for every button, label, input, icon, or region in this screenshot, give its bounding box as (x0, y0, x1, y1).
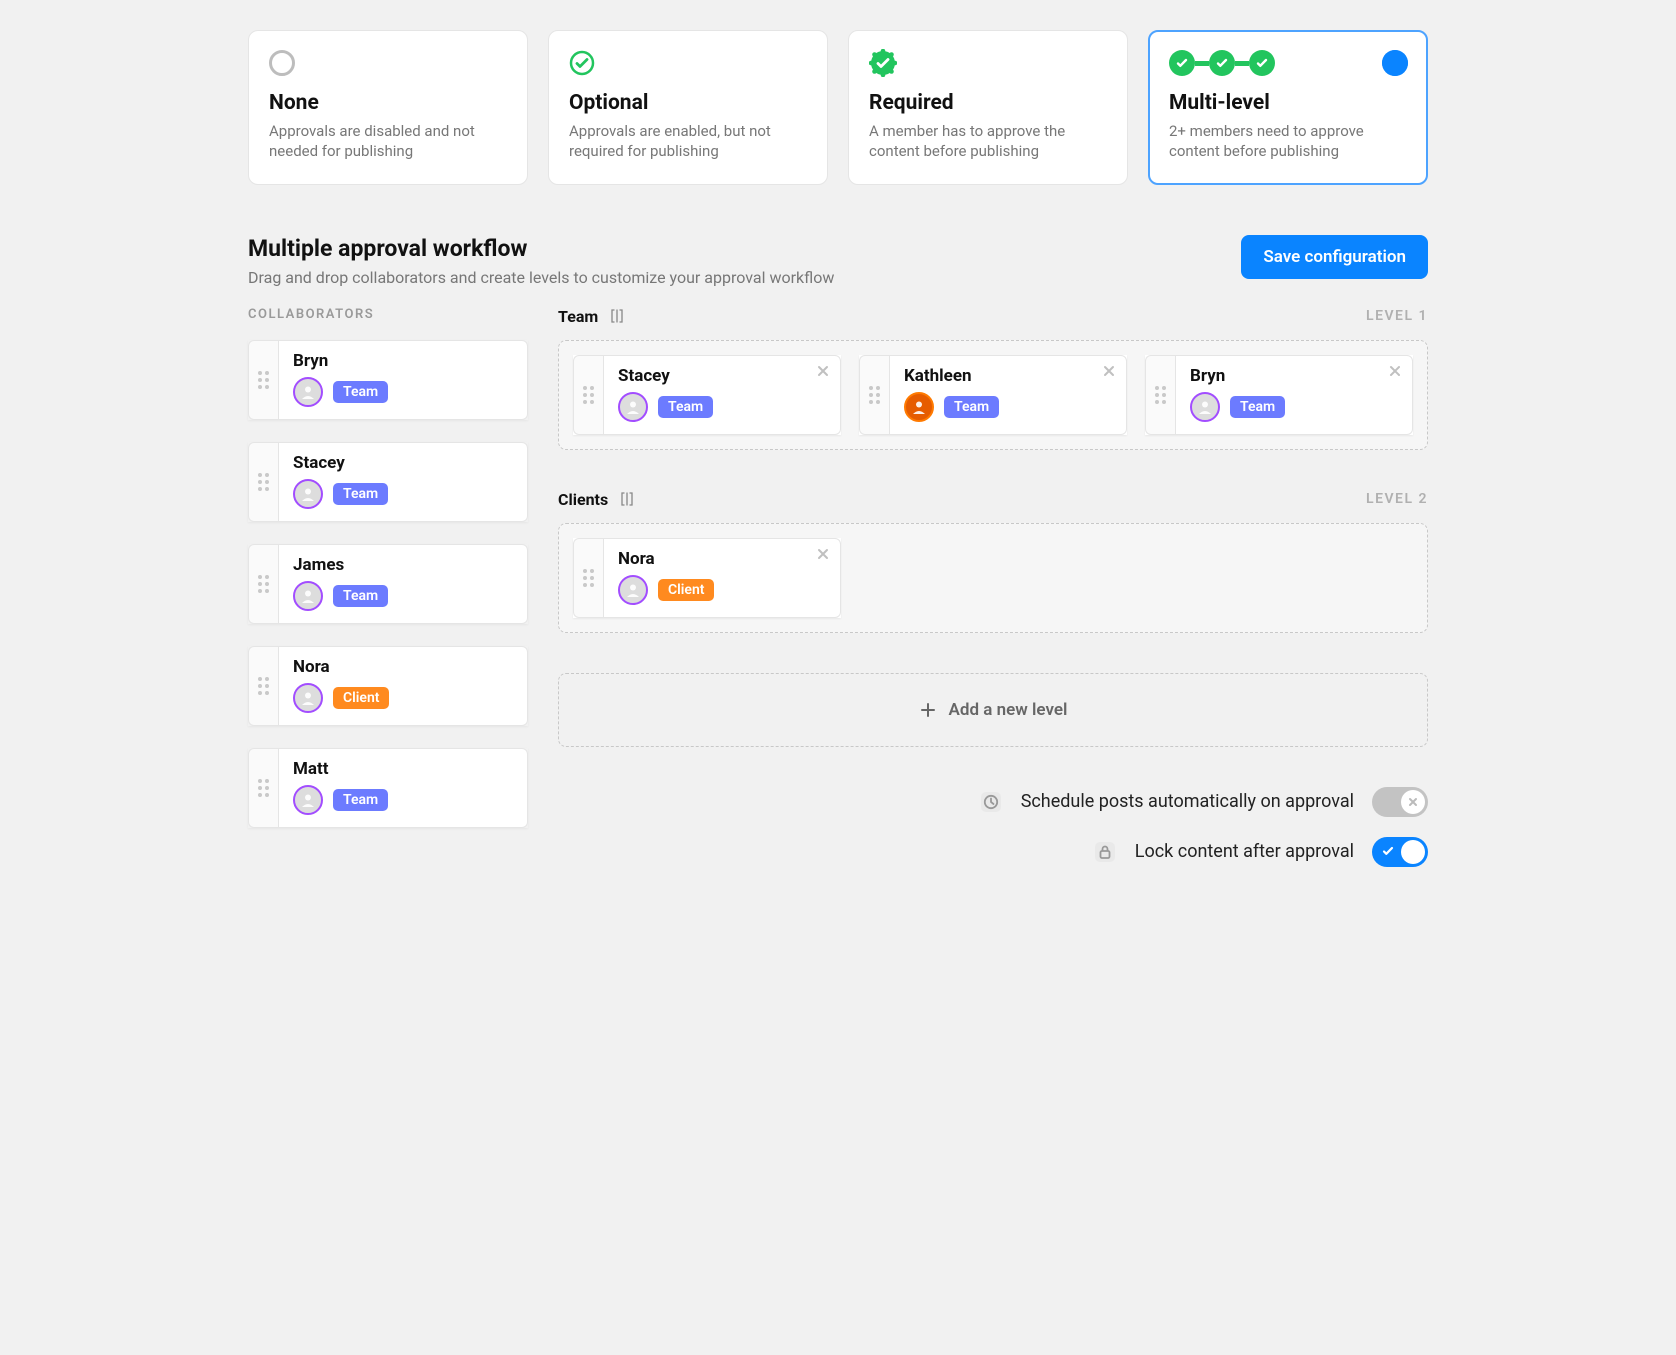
toggle-lock[interactable] (1372, 837, 1428, 867)
check-outline-icon (569, 50, 595, 76)
avatar (293, 785, 323, 815)
level-drop-zone[interactable]: Stacey Team Kathleen Team Bryn Team (558, 340, 1428, 450)
role-tag: Team (1230, 396, 1285, 418)
avatar (293, 683, 323, 713)
role-tag: Team (333, 483, 388, 505)
collaborator-name: Matt (293, 759, 513, 779)
avatar (618, 575, 648, 605)
role-tag: Team (944, 396, 999, 418)
option-none[interactable]: None Approvals are disabled and not need… (248, 30, 528, 185)
drag-handle[interactable] (248, 544, 278, 624)
setting-schedule: Schedule posts automatically on approval (558, 787, 1428, 817)
section-subtitle: Drag and drop collaborators and create l… (248, 268, 834, 287)
collaborator-card[interactable]: Stacey Team (248, 442, 528, 522)
add-level-button[interactable]: Add a new level (558, 673, 1428, 747)
plus-icon (919, 701, 937, 719)
collaborators-column: COLLABORATORS Bryn Team Stacey Team James Tea… (248, 307, 528, 867)
option-desc: Approvals are enabled, but not required … (569, 121, 807, 162)
avatar (293, 581, 323, 611)
clock-icon (979, 790, 1003, 814)
drag-handle[interactable] (573, 355, 603, 435)
collaborators-label: COLLABORATORS (248, 307, 528, 322)
lock-icon (1093, 840, 1117, 864)
level-header: Clients LEVEL 2 (558, 490, 1428, 509)
add-level-label: Add a new level (949, 700, 1068, 720)
role-tag: Team (658, 396, 713, 418)
level-member-card[interactable]: Stacey Team (573, 355, 841, 435)
selected-check-icon (1382, 50, 1408, 76)
save-button[interactable]: Save configuration (1241, 235, 1428, 279)
setting-label: Schedule posts automatically on approval (1021, 791, 1354, 812)
member-name: Bryn (1190, 366, 1398, 386)
section-header: Multiple approval workflow Drag and drop… (248, 235, 1428, 287)
option-required[interactable]: Required A member has to approve the con… (848, 30, 1128, 185)
level-header: Team LEVEL 1 (558, 307, 1428, 326)
drag-handle[interactable] (248, 748, 278, 828)
role-tag: Team (333, 585, 388, 607)
toggle-schedule[interactable] (1372, 787, 1428, 817)
level-title: Team (558, 307, 598, 326)
level-number: LEVEL 1 (1366, 308, 1428, 324)
member-name: Stacey (618, 366, 826, 386)
workflow: COLLABORATORS Bryn Team Stacey Team James Tea… (248, 307, 1428, 867)
drag-handle[interactable] (1145, 355, 1175, 435)
collaborator-name: Nora (293, 657, 513, 677)
level-member-card[interactable]: Bryn Team (1145, 355, 1413, 435)
rename-icon[interactable] (608, 307, 626, 325)
role-tag: Client (333, 687, 389, 709)
level-title: Clients (558, 490, 608, 509)
level-member-card[interactable]: Kathleen Team (859, 355, 1127, 435)
option-multilevel[interactable]: Multi-level 2+ members need to approve c… (1148, 30, 1428, 185)
close-icon[interactable] (1387, 363, 1403, 379)
drag-handle[interactable] (859, 355, 889, 435)
option-optional[interactable]: Optional Approvals are enabled, but not … (548, 30, 828, 185)
close-icon[interactable] (815, 546, 831, 562)
avatar (293, 377, 323, 407)
setting-label: Lock content after approval (1135, 841, 1354, 862)
option-title: Multi-level (1169, 91, 1407, 115)
collaborator-card[interactable]: James Team (248, 544, 528, 624)
level-drop-zone[interactable]: Nora Client (558, 523, 1428, 633)
drag-handle[interactable] (248, 340, 278, 420)
levels-column: Team LEVEL 1 Stacey Team Kathleen Team Bryn Tea… (558, 307, 1428, 867)
level-member-card[interactable]: Nora Client (573, 538, 841, 618)
setting-lock: Lock content after approval (558, 837, 1428, 867)
role-tag: Team (333, 789, 388, 811)
role-tag: Client (658, 579, 714, 601)
collaborator-card[interactable]: Nora Client (248, 646, 528, 726)
close-icon[interactable] (815, 363, 831, 379)
approval-options: None Approvals are disabled and not need… (248, 30, 1428, 185)
member-name: Kathleen (904, 366, 1112, 386)
collaborator-card[interactable]: Matt Team (248, 748, 528, 828)
rename-icon[interactable] (618, 490, 636, 508)
circle-icon (269, 50, 295, 76)
option-title: Required (869, 91, 1107, 115)
option-title: Optional (569, 91, 807, 115)
avatar (618, 392, 648, 422)
drag-handle[interactable] (573, 538, 603, 618)
check-seal-icon (869, 49, 897, 77)
option-desc: Approvals are disabled and not needed fo… (269, 121, 507, 162)
drag-handle[interactable] (248, 442, 278, 522)
collaborator-name: James (293, 555, 513, 575)
avatar (904, 392, 934, 422)
section-title: Multiple approval workflow (248, 235, 834, 262)
avatar (293, 479, 323, 509)
avatar (1190, 392, 1220, 422)
collaborator-card[interactable]: Bryn Team (248, 340, 528, 420)
multi-check-icon (1169, 50, 1275, 76)
option-title: None (269, 91, 507, 115)
collaborator-name: Bryn (293, 351, 513, 371)
level-number: LEVEL 2 (1366, 491, 1428, 507)
close-icon[interactable] (1101, 363, 1117, 379)
option-desc: 2+ members need to approve content befor… (1169, 121, 1407, 162)
member-name: Nora (618, 549, 826, 569)
role-tag: Team (333, 381, 388, 403)
settings: Schedule posts automatically on approval… (558, 787, 1428, 867)
drag-handle[interactable] (248, 646, 278, 726)
option-desc: A member has to approve the content befo… (869, 121, 1107, 162)
collaborator-name: Stacey (293, 453, 513, 473)
